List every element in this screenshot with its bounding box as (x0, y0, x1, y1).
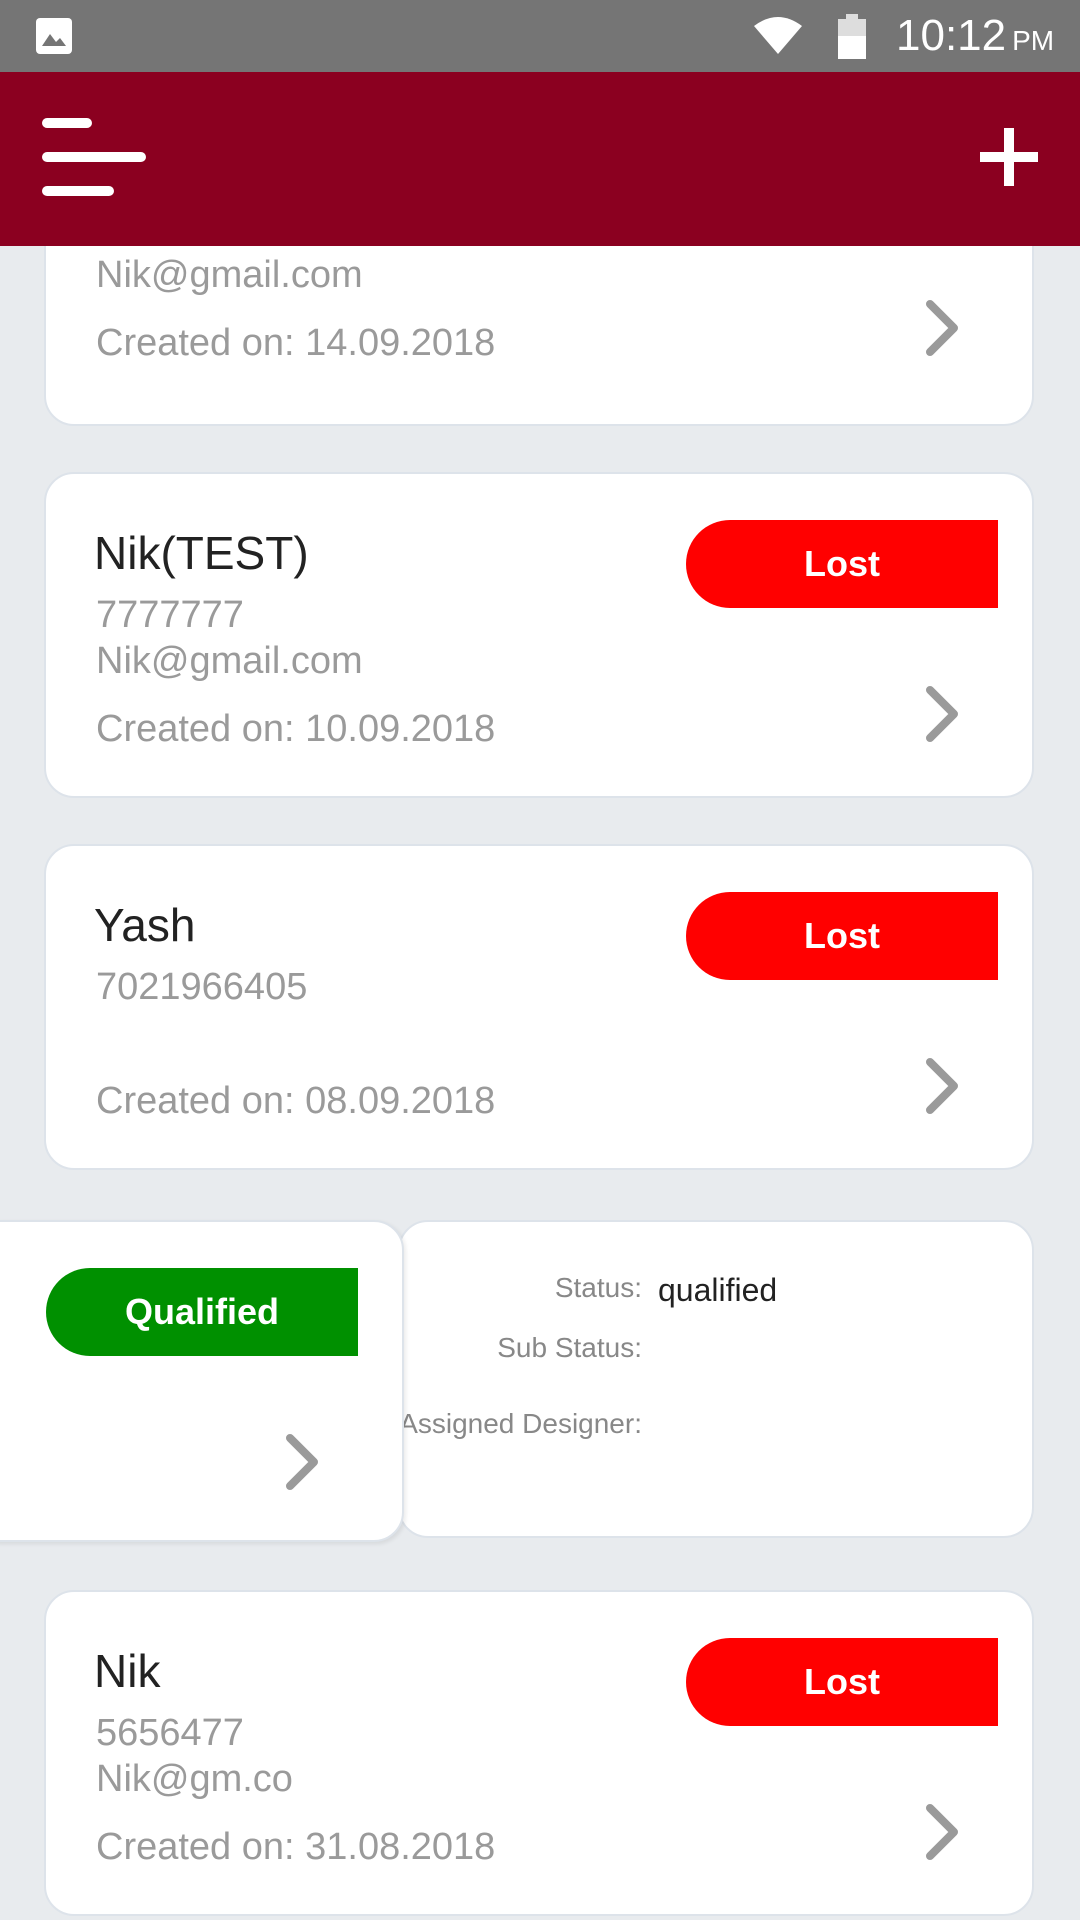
lead-created: Created on: 31.08.2018 (96, 1826, 496, 1868)
status-value: qualified (658, 1272, 778, 1308)
app-bar (0, 72, 1080, 246)
lead-email: Nik@gmail.com (96, 640, 363, 682)
lead-card[interactable]: Yash 7021966405 Created on: 08.09.2018 L… (44, 844, 1034, 1170)
lead-card[interactable]: Nik(TEST) 7777777 Nik@gmail.com Created … (44, 472, 1034, 798)
lead-card[interactable]: Qualified (0, 1220, 404, 1542)
hamburger-menu-icon[interactable] (40, 114, 150, 200)
chevron-right-icon[interactable] (924, 684, 960, 744)
chevron-right-icon[interactable] (924, 1056, 960, 1116)
chevron-right-icon[interactable] (924, 1802, 960, 1862)
lead-created: Created on: 08.09.2018 (96, 1080, 496, 1122)
lead-list[interactable]: 123456 Nik@gmail.com Created on: 14.09.2… (0, 246, 1080, 1920)
status-badge[interactable]: Lost (686, 520, 998, 608)
status-bar: 10:12 PM (0, 0, 1080, 72)
lead-card[interactable]: 123456 Nik@gmail.com Created on: 14.09.2… (44, 246, 1034, 426)
plus-icon[interactable] (974, 122, 1044, 192)
lead-name: Yash (94, 899, 196, 951)
lead-phone: 7021966405 (96, 966, 308, 1008)
lead-card[interactable]: Nik 5656477 Nik@gm.co Created on: 31.08.… (44, 1590, 1034, 1916)
wifi-icon (754, 17, 802, 54)
lead-name: Nik (94, 1645, 161, 1697)
lead-email: Nik@gm.co (96, 1758, 293, 1800)
lead-phone: 5656477 (96, 1712, 244, 1754)
lead-created: Created on: 14.09.2018 (96, 322, 496, 364)
battery-icon (838, 14, 866, 59)
status-label: Status: (554, 1272, 642, 1303)
chevron-right-icon[interactable] (284, 1432, 320, 1492)
clock-time: 10:12 (896, 11, 1007, 60)
lead-phone: 7777777 (96, 594, 244, 636)
clock: 10:12 PM (896, 8, 1054, 64)
status-badge[interactable]: Qualified (46, 1268, 358, 1356)
chevron-right-icon[interactable] (924, 298, 960, 358)
status-badge[interactable]: Lost (686, 892, 998, 980)
lead-name: Nik(TEST) (94, 527, 309, 579)
clock-ampm: PM (1012, 25, 1055, 56)
lead-created: Created on: 10.09.2018 (96, 708, 496, 750)
image-icon (36, 18, 72, 54)
assigned-designer-label: Assigned Designer: (399, 1408, 642, 1439)
status-badge[interactable]: Lost (686, 1638, 998, 1726)
lead-email: Nik@gmail.com (96, 254, 363, 296)
sub-status-label: Sub Status: (497, 1332, 642, 1363)
lead-detail-panel: Status: qualified Sub Status: Assigned D… (398, 1220, 1034, 1538)
